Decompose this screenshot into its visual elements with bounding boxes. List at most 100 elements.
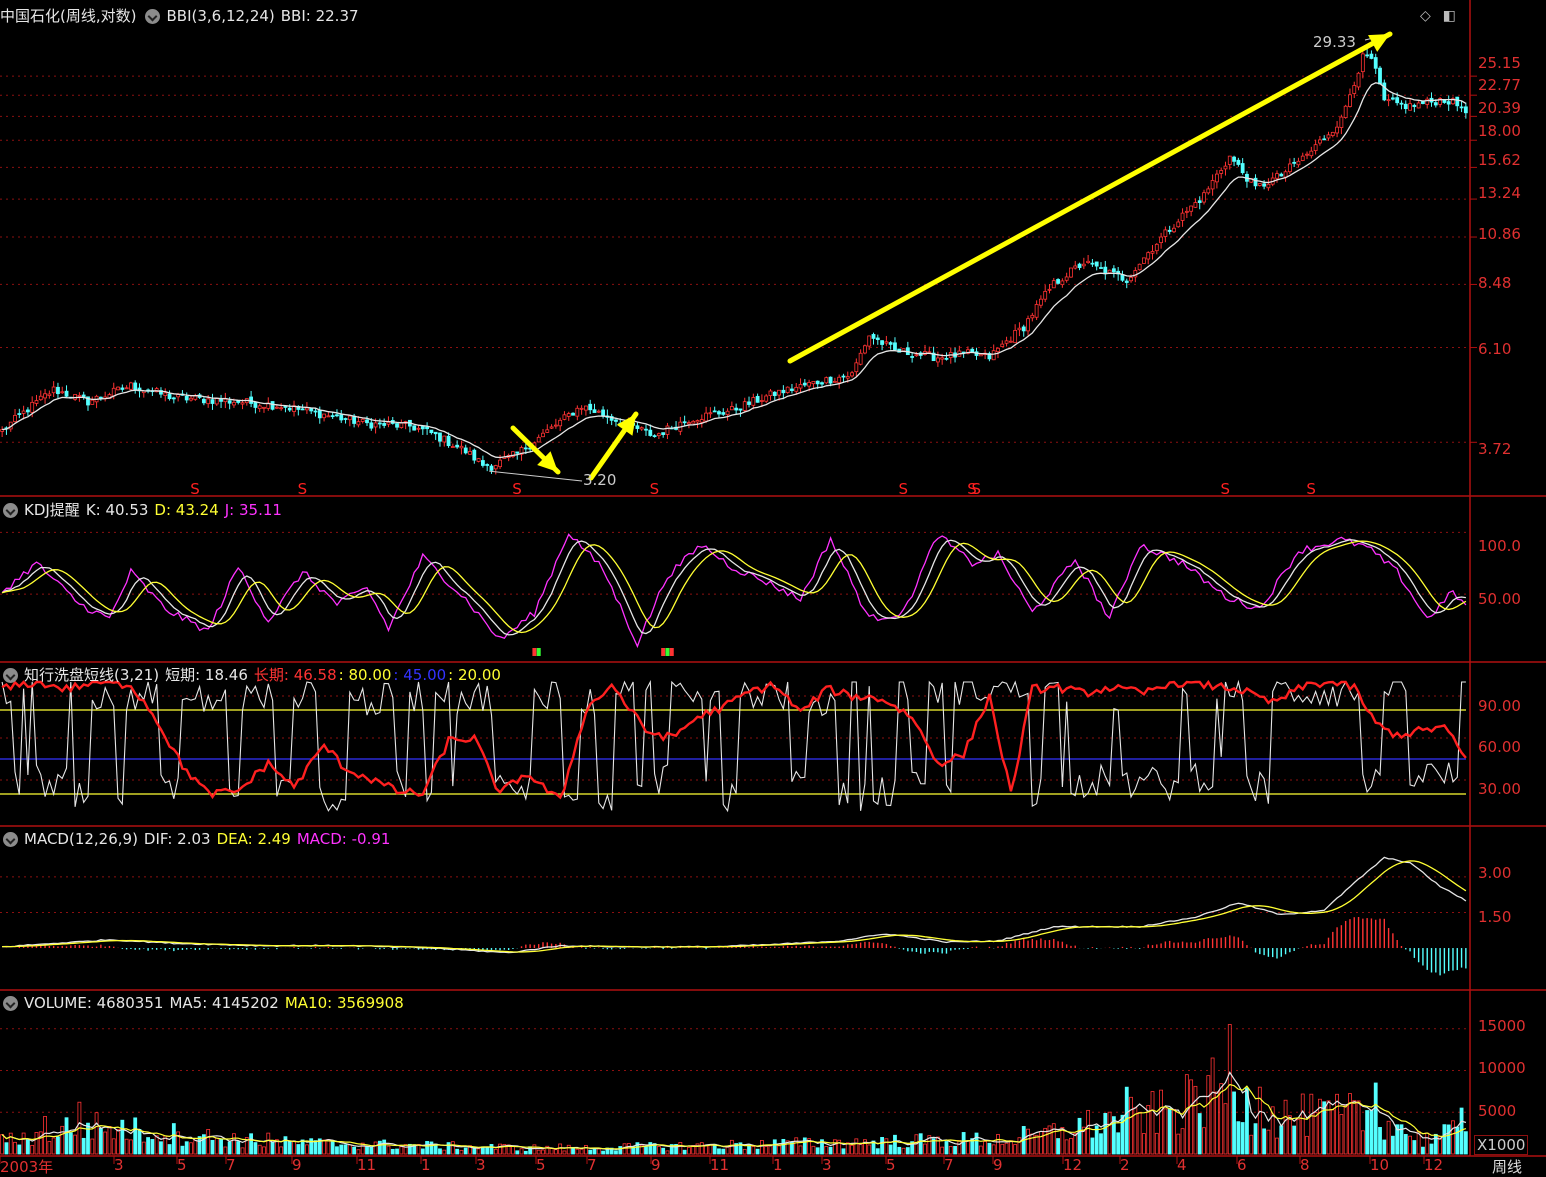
candle-body [1330,131,1335,136]
volume-bar [98,1127,103,1155]
candle-body [1403,103,1408,110]
volume-bar [824,1146,829,1155]
volume-bar [450,1141,455,1155]
candle-body [1202,192,1206,203]
panel-toggle-icon[interactable]: ◧ [1443,8,1456,24]
candle-body [214,398,219,405]
volume-bar [614,1150,618,1155]
kdj-menu-icon[interactable] [3,502,18,518]
x-axis-label: 3 [822,1156,832,1174]
candle-body [1360,53,1365,73]
volume-menu-icon[interactable] [3,995,18,1011]
volume-bar [1429,1143,1434,1155]
candle-body [729,406,734,411]
macd-menu-icon[interactable] [3,831,18,847]
volume-bar [390,1148,395,1155]
candle-body [596,410,601,413]
volume-bar [1180,1128,1185,1155]
candle-body [313,410,318,413]
volume-bar [1412,1140,1417,1155]
volume-bar [17,1144,22,1155]
candle-body [601,409,605,417]
volume-bar [343,1144,348,1155]
x-axis-label: 1 [773,1156,783,1174]
volume-bar [1360,1130,1365,1155]
volume-bar [588,1149,593,1155]
volume-bar [34,1132,39,1155]
kdj-j-line [1,533,1467,649]
volume-bar [1039,1131,1043,1155]
volume-bar [1266,1129,1271,1155]
volume-bar [777,1145,781,1155]
candle-body [56,386,60,395]
candle-body [1343,105,1348,118]
volume-bar [1013,1144,1018,1155]
candle-body [343,418,348,420]
volume-bar [1339,1114,1344,1155]
candle-body [1176,221,1181,228]
volume-bar [1227,1024,1232,1155]
candle-body [845,376,850,379]
volume-bar [751,1146,756,1155]
volume-ma5-value: MA5: 4145202 [169,994,279,1012]
candle-body [553,424,558,427]
candle-body [369,422,374,429]
x-axis-label: 12 [1063,1156,1083,1174]
candle-body [1073,265,1078,269]
candle-body [1300,155,1305,161]
candle-body [240,402,245,405]
volume-bar [893,1134,897,1155]
volume-bar [983,1141,988,1155]
candle-body [425,426,429,430]
volume-bar [880,1137,884,1155]
candle-body [253,401,258,408]
volume-bar [262,1146,266,1155]
candle-body [25,409,30,413]
volume-bar [1069,1137,1073,1155]
candle-body [167,393,172,400]
volume-panel-header: VOLUME: 4680351 MA5: 4145202 MA10: 35699… [0,993,410,1013]
volume-bar [656,1146,661,1155]
candle-body [450,446,455,448]
candle-body [13,414,17,423]
volume-bar [721,1148,726,1155]
candle-body [888,342,893,345]
volume-bar [1275,1137,1279,1155]
volume-bar [184,1141,189,1155]
candle-body [429,429,434,434]
x-axis-label: 4 [1177,1156,1187,1174]
indicator-menu-icon[interactable] [145,8,161,24]
candle-body [1253,177,1258,187]
volume-bar [1034,1134,1039,1155]
volume-bar [1240,1122,1245,1155]
candle-body [1313,144,1318,152]
volume-bar [1433,1133,1438,1155]
volume-bar [1223,1103,1228,1155]
candle-body [1459,106,1464,109]
wash-menu-icon[interactable] [3,667,18,683]
diamond-icon[interactable]: ◇ [1420,8,1431,24]
candle-body [652,435,657,438]
candle-body [189,397,193,401]
volume-bar [322,1139,326,1155]
candle-body [820,382,824,385]
candle-body [1124,280,1129,283]
volume-bar [408,1143,412,1155]
volume-bar [923,1143,927,1155]
volume-bar [729,1139,734,1155]
candle-body [1412,104,1417,107]
candle-body [1021,326,1026,332]
candle-body [476,458,481,462]
volume-bar [1197,1113,1202,1155]
candle-body [1150,251,1155,254]
price-ytick: 15.62 [1478,151,1521,169]
candle-body [1395,97,1400,104]
volume-bar [1077,1117,1082,1155]
candle-body [206,398,211,405]
candle-body [1081,263,1086,267]
volume-bar [1305,1135,1309,1155]
volume-bar [493,1148,498,1155]
sell-signal-marker: S [972,480,982,498]
candle-body [120,387,125,390]
volume-bar [120,1119,125,1155]
